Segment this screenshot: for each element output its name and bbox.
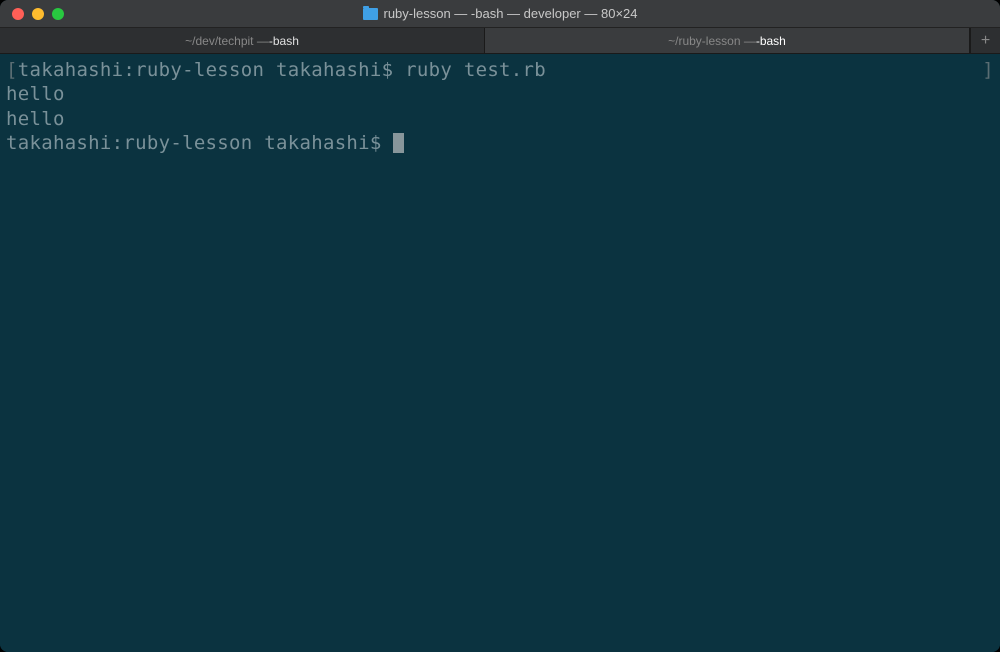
output-text: hello — [6, 83, 65, 105]
plus-icon: + — [981, 32, 990, 50]
new-tab-button[interactable]: + — [970, 28, 1000, 53]
output-text: hello — [6, 108, 65, 130]
tab-shell: -bash — [269, 34, 299, 48]
command-text: ruby test.rb — [405, 59, 546, 81]
tab-techpit[interactable]: ~/dev/techpit — -bash — [0, 28, 485, 53]
folder-icon — [363, 8, 378, 20]
minimize-button[interactable] — [32, 8, 44, 20]
prompt: takahashi:ruby-lesson takahashi$ — [18, 59, 405, 81]
prompt: takahashi:ruby-lesson takahashi$ — [6, 132, 393, 154]
window-title: ruby-lesson — -bash — developer — 80×24 — [384, 6, 638, 21]
terminal-line: [takahashi:ruby-lesson takahashi$ ruby t… — [6, 58, 994, 82]
tab-ruby-lesson[interactable]: ~/ruby-lesson — -bash — [485, 28, 970, 53]
titlebar[interactable]: ruby-lesson — -bash — developer — 80×24 — [0, 0, 1000, 28]
tab-path: ~/dev/techpit — — [185, 34, 269, 48]
cursor — [393, 133, 404, 153]
terminal-window: ruby-lesson — -bash — developer — 80×24 … — [0, 0, 1000, 652]
tab-bar: ~/dev/techpit — -bash ~/ruby-lesson — -b… — [0, 28, 1000, 54]
window-title-container: ruby-lesson — -bash — developer — 80×24 — [0, 6, 1000, 21]
traffic-lights — [0, 8, 64, 20]
close-button[interactable] — [12, 8, 24, 20]
terminal-output[interactable]: [takahashi:ruby-lesson takahashi$ ruby t… — [0, 54, 1000, 652]
bracket-open: [ — [6, 59, 18, 81]
maximize-button[interactable] — [52, 8, 64, 20]
terminal-line: takahashi:ruby-lesson takahashi$ — [6, 131, 994, 155]
terminal-line: hello — [6, 107, 994, 131]
bracket-close: ] — [982, 58, 994, 82]
terminal-line: hello — [6, 82, 994, 106]
tab-path: ~/ruby-lesson — — [668, 34, 756, 48]
tab-shell: -bash — [756, 34, 786, 48]
